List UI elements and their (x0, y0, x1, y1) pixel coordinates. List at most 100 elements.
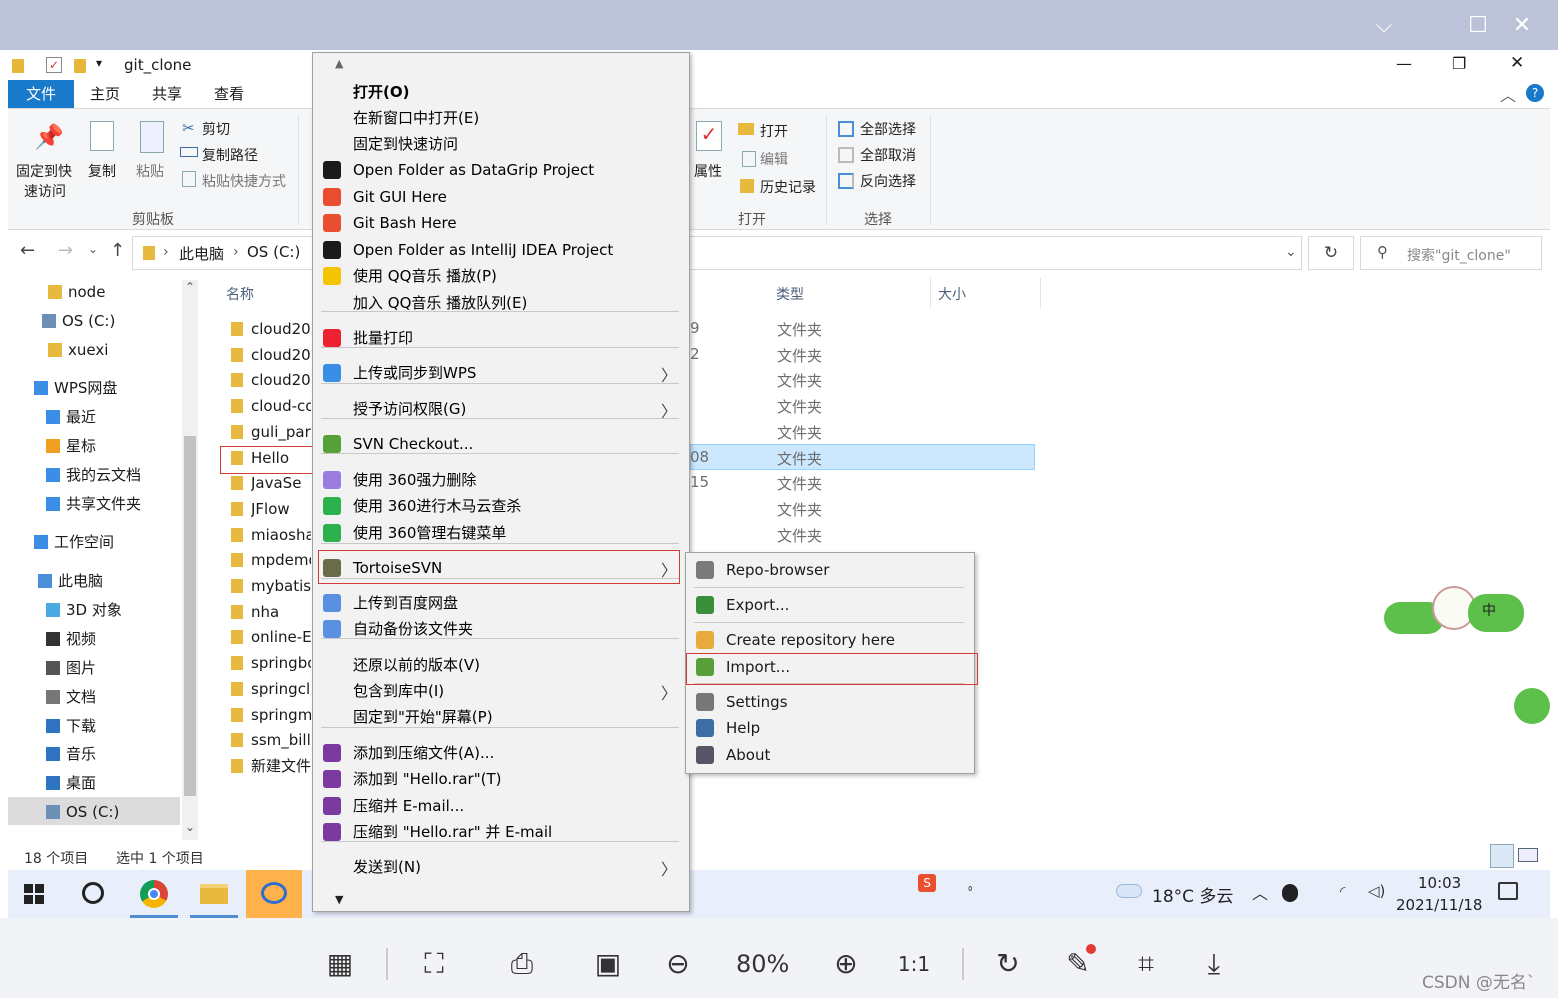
nav-item[interactable]: 文档 (46, 683, 96, 711)
full-screen-icon[interactable]: ▣ (588, 944, 628, 984)
submenu-item[interactable]: Settings (726, 689, 788, 715)
invert-selection-button[interactable]: 反向选择 (860, 171, 916, 191)
nav-item[interactable]: 视频 (46, 625, 96, 653)
history-button[interactable]: 历史记录 (760, 177, 816, 197)
fit-screen-icon[interactable]: ⛶ (414, 944, 454, 984)
breadcrumb-this-pc[interactable]: 此电脑 (179, 243, 224, 264)
zoom-in-icon[interactable]: ⊕ (826, 944, 866, 984)
file-name[interactable]: mybatis- (251, 573, 311, 599)
large-icons-view-icon[interactable] (1518, 848, 1538, 862)
context-menu-item[interactable]: 使用 360强力删除 (353, 467, 476, 493)
volume-icon[interactable]: ◁) (1368, 882, 1385, 900)
submenu-item[interactable]: Repo-browser (726, 557, 829, 583)
breadcrumb-drive[interactable]: OS (C:) (247, 243, 300, 261)
file-name[interactable]: JavaSe (251, 470, 311, 496)
search-input[interactable]: 搜索"git_clone" (1407, 245, 1511, 265)
actual-size-icon[interactable]: 1:1 (894, 944, 934, 984)
people-icon[interactable]: ﾟ (968, 882, 977, 908)
nav-item[interactable]: 桌面 (46, 769, 96, 797)
windows-start-icon[interactable] (24, 884, 44, 904)
network-icon[interactable]: ◜ (1340, 884, 1345, 900)
pin-quick-access-label[interactable]: 固定到快 (16, 161, 72, 181)
context-menu-item[interactable]: 压缩并 E-mail... (353, 793, 464, 819)
file-name[interactable]: cloud202 (251, 316, 311, 342)
cut-button[interactable]: 剪切 (202, 119, 230, 139)
cortana-icon[interactable] (82, 882, 104, 904)
paste-shortcut-button[interactable]: 粘贴快捷方式 (202, 171, 286, 191)
context-menu-item[interactable]: Git Bash Here (353, 210, 457, 236)
context-menu-item[interactable]: 发送到(N) (353, 854, 421, 880)
show-hidden-icons-icon[interactable]: ︿ (1252, 880, 1268, 904)
context-menu-item[interactable]: 打开(O) (353, 79, 409, 105)
chevron-down-icon[interactable]: ⌵ (1366, 8, 1402, 44)
file-name[interactable]: cloud202 (251, 342, 311, 368)
tab-view[interactable]: 查看 (208, 80, 250, 108)
nav-item[interactable]: 星标 (46, 432, 96, 460)
tab-file[interactable]: 文件 (8, 80, 74, 108)
properties-quick-icon[interactable]: ✓ (46, 57, 62, 73)
nav-item[interactable]: 最近 (46, 403, 96, 431)
open-button[interactable]: 打开 (760, 121, 788, 141)
crop-icon[interactable]: ⌗ (1126, 944, 1166, 984)
help-icon[interactable]: ? (1526, 84, 1544, 102)
context-menu-item[interactable]: 还原以前的版本(V) (353, 652, 480, 678)
nav-item[interactable]: xuexi (48, 336, 108, 364)
scroll-up-icon[interactable]: ⌃ (182, 280, 198, 298)
file-name[interactable]: JFlow (251, 496, 311, 522)
clock-date[interactable]: 2021/11/18 (1396, 896, 1482, 914)
scroll-down-icon[interactable]: ⌄ (182, 820, 198, 838)
context-menu-item[interactable]: 包含到库中(I) (353, 678, 444, 704)
nav-item[interactable]: 3D 对象 (46, 596, 122, 624)
nav-item[interactable]: 下载 (46, 712, 96, 740)
file-name[interactable]: guli_pare (251, 419, 311, 445)
copy-button[interactable]: 复制 (88, 161, 116, 181)
column-type[interactable]: 类型 (776, 284, 804, 304)
sogou-input-icon[interactable]: S (918, 874, 936, 892)
details-view-icon[interactable] (1490, 844, 1514, 868)
context-menu-item[interactable]: 固定到快速访问 (353, 131, 458, 157)
tab-share[interactable]: 共享 (146, 80, 188, 108)
back-icon[interactable]: ← (20, 240, 35, 261)
select-none-button[interactable]: 全部取消 (860, 145, 916, 165)
file-name[interactable]: Hello (251, 445, 311, 471)
nav-item[interactable]: OS (C:) (46, 798, 119, 826)
nav-item[interactable]: 图片 (46, 654, 96, 682)
file-name[interactable]: springbo (251, 650, 311, 676)
tab-home[interactable]: 主页 (84, 80, 126, 108)
close-window-icon[interactable]: ✕ (1510, 53, 1524, 73)
properties-button[interactable]: 属性 (694, 161, 722, 181)
edit-button[interactable]: 编辑 (760, 149, 788, 169)
qq-icon[interactable] (1282, 884, 1298, 902)
menu-scroll-down-icon[interactable]: ▼ (335, 893, 343, 906)
column-size[interactable]: 大小 (938, 284, 966, 304)
up-icon[interactable]: ↑ (110, 240, 125, 261)
close-icon[interactable]: ✕ (1504, 8, 1540, 44)
context-menu-item[interactable]: Open Folder as IntelliJ IDEA Project (353, 237, 613, 263)
file-name[interactable]: nha (251, 599, 311, 625)
address-dropdown-icon[interactable]: ⌄ (1285, 244, 1297, 260)
submenu-item[interactable]: About (726, 742, 770, 768)
refresh-icon[interactable]: ↻ (1308, 236, 1354, 270)
restore-icon[interactable]: ❐ (1452, 54, 1466, 73)
chrome-icon[interactable] (126, 870, 182, 918)
file-name[interactable]: online-E (251, 624, 311, 650)
nav-item[interactable]: 我的云文档 (46, 461, 141, 489)
submenu-item[interactable]: Help (726, 715, 760, 741)
paste-button[interactable]: 粘贴 (136, 161, 164, 181)
screenshot-app-icon[interactable] (246, 870, 302, 918)
submenu-item[interactable]: Export... (726, 592, 789, 618)
forward-icon[interactable]: → (58, 240, 73, 261)
context-menu-item[interactable]: 添加到压缩文件(A)... (353, 740, 494, 766)
context-menu-item[interactable]: Git GUI Here (353, 184, 447, 210)
search-box[interactable]: ⚲ 搜索"git_clone" (1360, 236, 1542, 270)
weather-text[interactable]: 18°C 多云 (1152, 882, 1233, 907)
new-folder-icon[interactable] (74, 59, 86, 73)
rotate-icon[interactable]: ↻ (988, 944, 1028, 984)
column-name[interactable]: 名称 (226, 284, 254, 304)
context-menu-item[interactable]: 添加到 "Hello.rar"(T) (353, 766, 501, 792)
maximize-icon[interactable]: ☐ (1460, 8, 1496, 44)
file-name[interactable]: cloud-co (251, 393, 311, 419)
customize-toolbar-icon[interactable]: ▾ (96, 56, 102, 70)
zoom-out-icon[interactable]: ⊖ (658, 944, 698, 984)
file-name[interactable]: mpdemo (251, 547, 311, 573)
